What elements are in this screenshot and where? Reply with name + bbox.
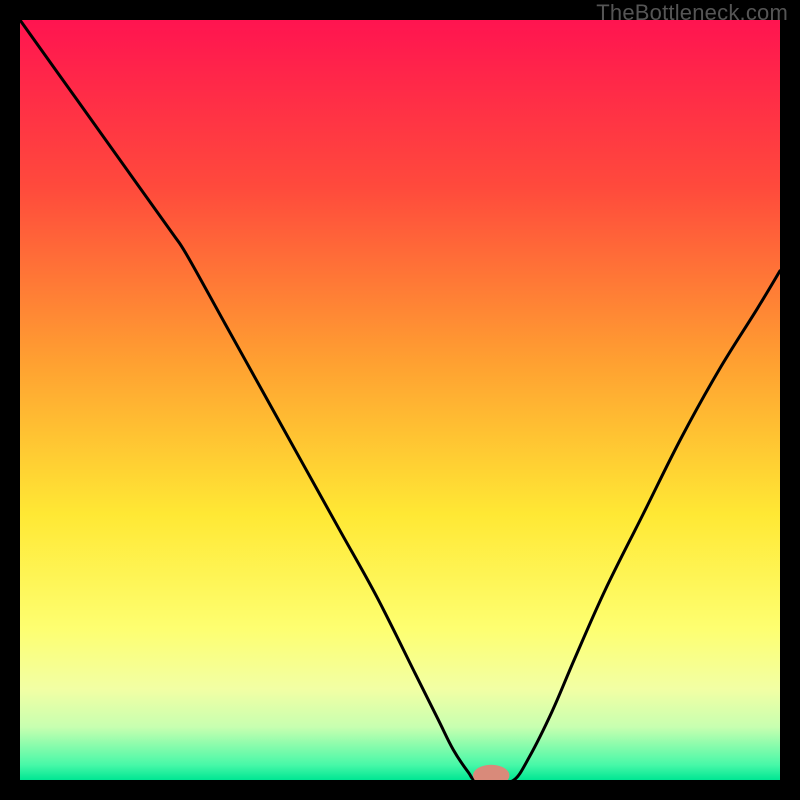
plot-area: [20, 20, 780, 780]
chart-outer-frame: TheBottleneck.com: [0, 0, 800, 800]
watermark-text: TheBottleneck.com: [596, 0, 788, 26]
optimal-point-marker: [473, 765, 509, 780]
marker-layer: [20, 20, 780, 780]
